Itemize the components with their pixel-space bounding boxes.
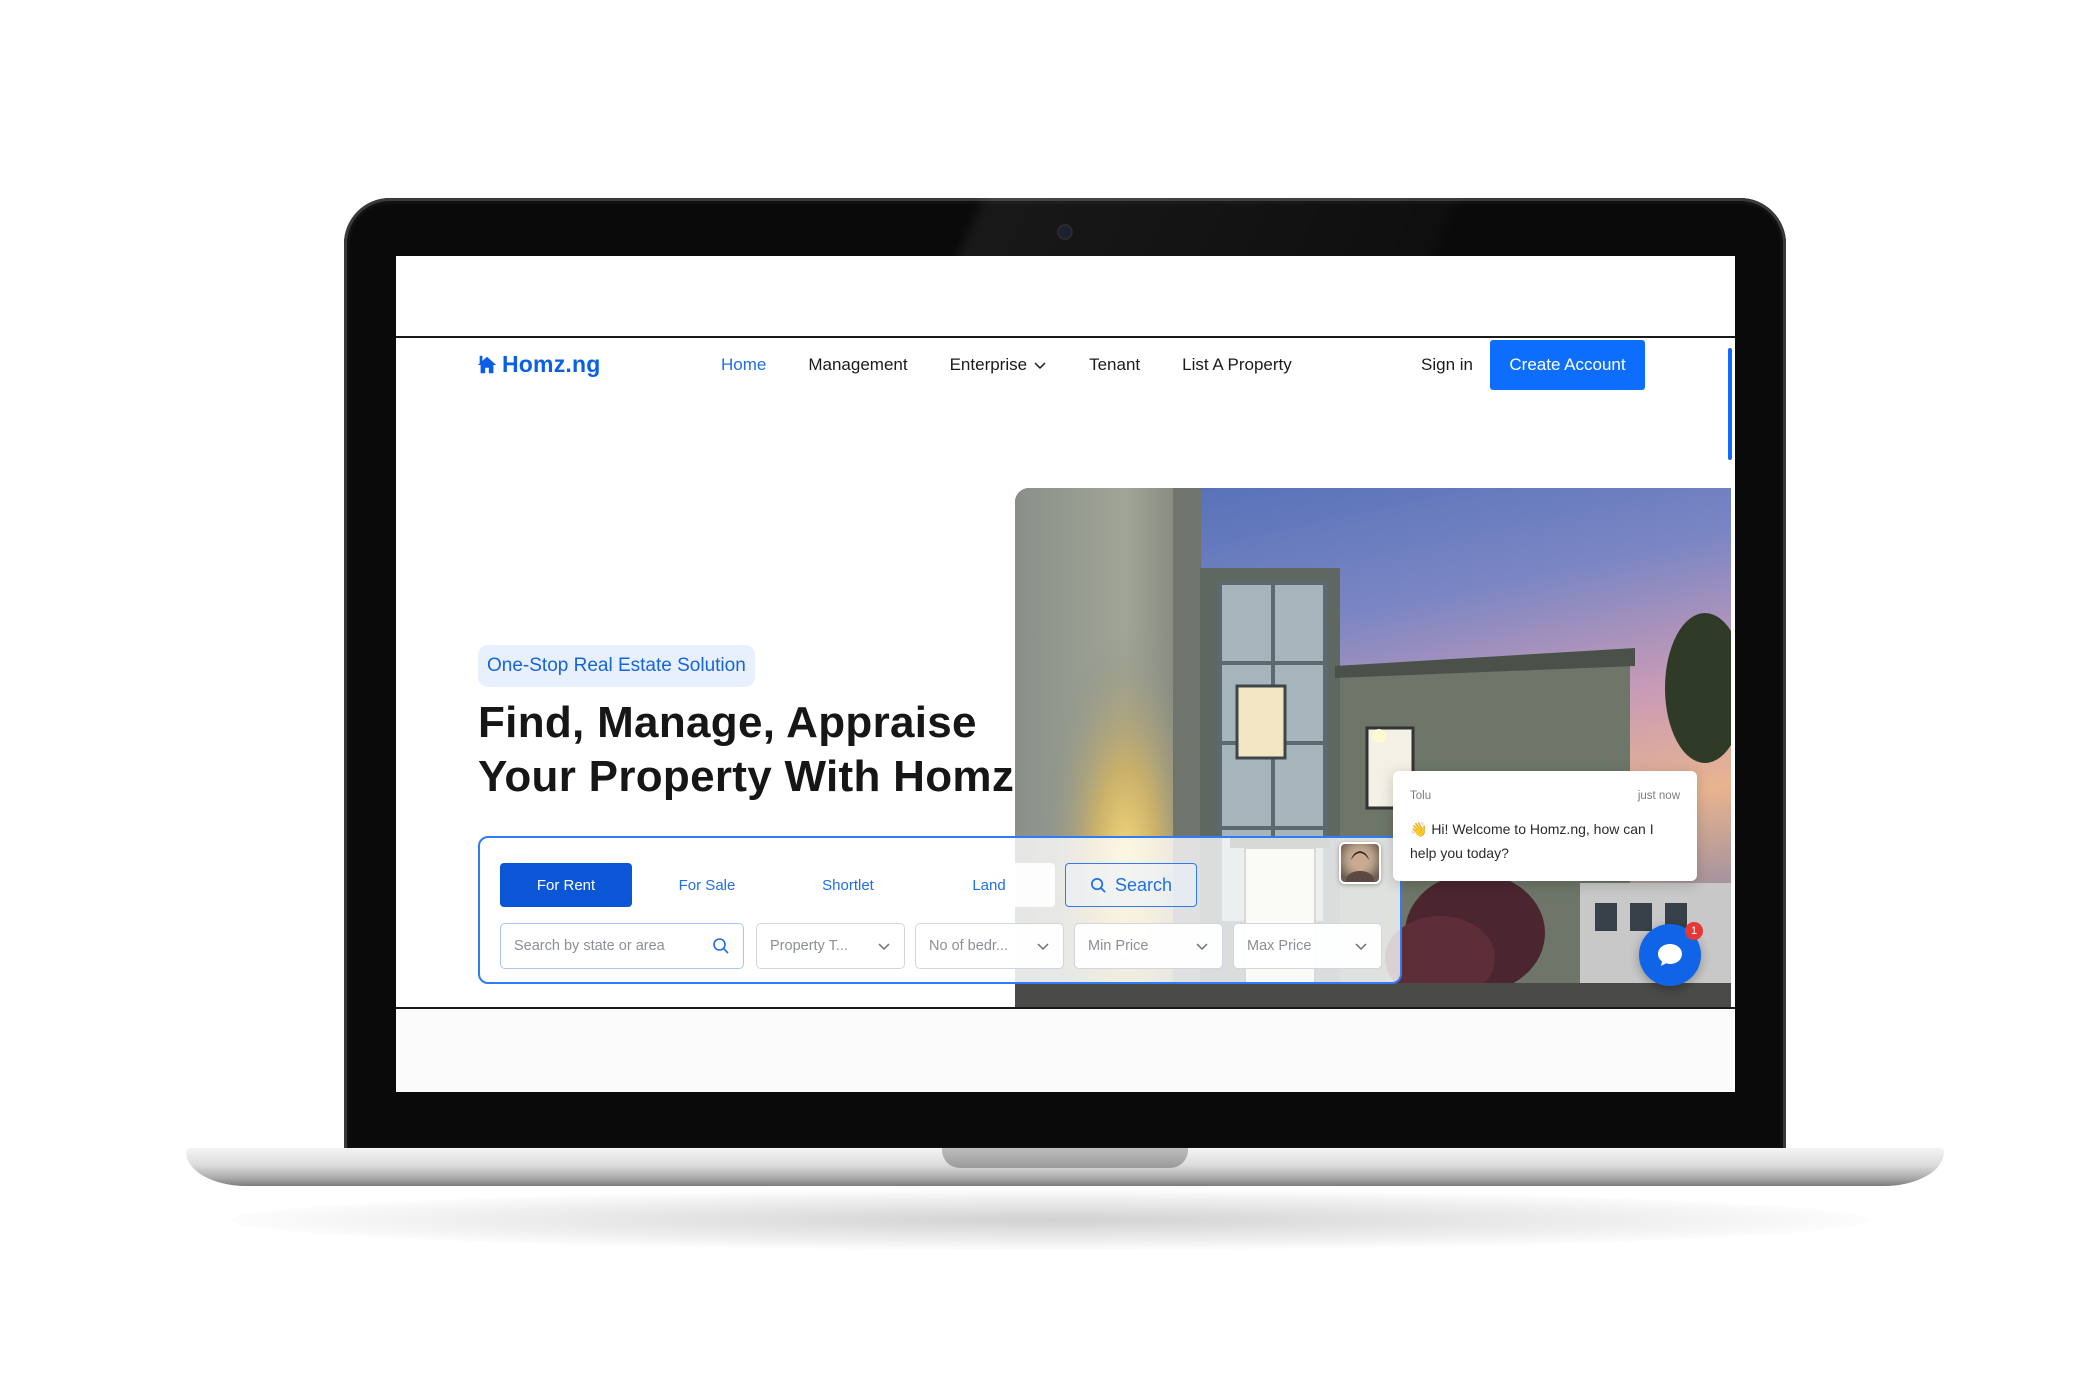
location-search-input[interactable]: Search by state or area <box>500 923 744 969</box>
main-nav: Home Management Enterprise Tenant List A… <box>721 355 1334 375</box>
chat-agent-avatar <box>1339 842 1381 884</box>
chevron-down-icon <box>878 943 890 951</box>
tab-shortlet[interactable]: Shortlet <box>782 863 914 907</box>
browser-top-area <box>396 256 1735 336</box>
homz-logo[interactable]: Homz.ng <box>476 351 601 378</box>
chat-bubble-icon <box>1658 944 1682 966</box>
bedrooms-value: No of bedr... <box>929 938 1008 954</box>
property-type-select[interactable]: Property T... <box>756 923 905 969</box>
headline-line-2: Your Property With Homz <box>478 752 1015 801</box>
nav-label: Home <box>721 355 767 374</box>
tab-land[interactable]: Land <box>923 863 1055 907</box>
max-price-value: Max Price <box>1247 938 1312 954</box>
chat-agent-name: Tolu <box>1410 790 1432 802</box>
nav-label: Tenant <box>1089 355 1141 374</box>
property-search-panel: For Rent For Sale Shortlet Land Search S… <box>478 836 1402 984</box>
search-icon <box>713 938 729 954</box>
location-placeholder: Search by state or area <box>514 938 665 954</box>
scrollbar-thumb[interactable] <box>1728 348 1732 460</box>
laptop-shadow <box>230 1190 1870 1250</box>
agent-face-icon <box>1346 851 1374 882</box>
nav-item-home[interactable]: Home <box>721 355 766 375</box>
min-price-select[interactable]: Min Price <box>1074 923 1223 969</box>
property-type-value: Property T... <box>770 938 848 954</box>
bedrooms-select[interactable]: No of bedr... <box>915 923 1064 969</box>
chevron-down-icon <box>1037 943 1049 951</box>
page-top-divider <box>396 336 1735 338</box>
create-account-button[interactable]: Create Account <box>1490 340 1645 390</box>
below-fold-area <box>396 1009 1735 1092</box>
unread-badge: 1 <box>1685 922 1703 940</box>
headline-line-1: Find, Manage, Appraise <box>478 698 977 747</box>
tab-for-sale[interactable]: For Sale <box>641 863 773 907</box>
nav-item-management[interactable]: Management <box>808 355 907 375</box>
nav-label: Management <box>808 355 908 374</box>
search-button-label: Search <box>1114 874 1173 895</box>
chevron-down-icon <box>1196 943 1208 951</box>
search-icon <box>1091 877 1106 893</box>
max-price-select[interactable]: Max Price <box>1233 923 1382 969</box>
min-price-value: Min Price <box>1088 938 1149 954</box>
nav-label: List A Property <box>1182 355 1292 374</box>
house-logo-icon <box>477 355 497 373</box>
sign-in-link[interactable]: Sign in <box>1421 355 1473 375</box>
nav-item-enterprise[interactable]: Enterprise <box>950 355 1047 375</box>
hero-headline: Find, Manage, Appraise Your Property Wit… <box>478 696 1038 804</box>
search-button[interactable]: Search <box>1065 863 1197 907</box>
tagline-badge: One-Stop Real Estate Solution <box>478 645 755 687</box>
nav-item-list-property[interactable]: List A Property <box>1182 355 1292 375</box>
tab-for-rent[interactable]: For Rent <box>500 863 632 907</box>
nav-label: Enterprise <box>949 355 1028 374</box>
logo-text: Homz.ng <box>502 351 601 377</box>
chat-timestamp: just now <box>1637 790 1680 802</box>
webcam-icon <box>1059 226 1071 238</box>
chevron-down-icon <box>1034 362 1046 370</box>
nav-item-tenant[interactable]: Tenant <box>1089 355 1140 375</box>
laptop-hinge-notch <box>942 1148 1188 1168</box>
chevron-down-icon <box>1355 943 1367 951</box>
chat-welcome-card[interactable]: Tolu just now 👋 Hi! Welcome to Homz.ng, … <box>1393 771 1697 881</box>
chat-message: 👋 Hi! Welcome to Homz.ng, how can I help… <box>1410 821 1654 861</box>
laptop-screen: Homz.ng Home Management Enterprise Tenan… <box>396 256 1735 1092</box>
